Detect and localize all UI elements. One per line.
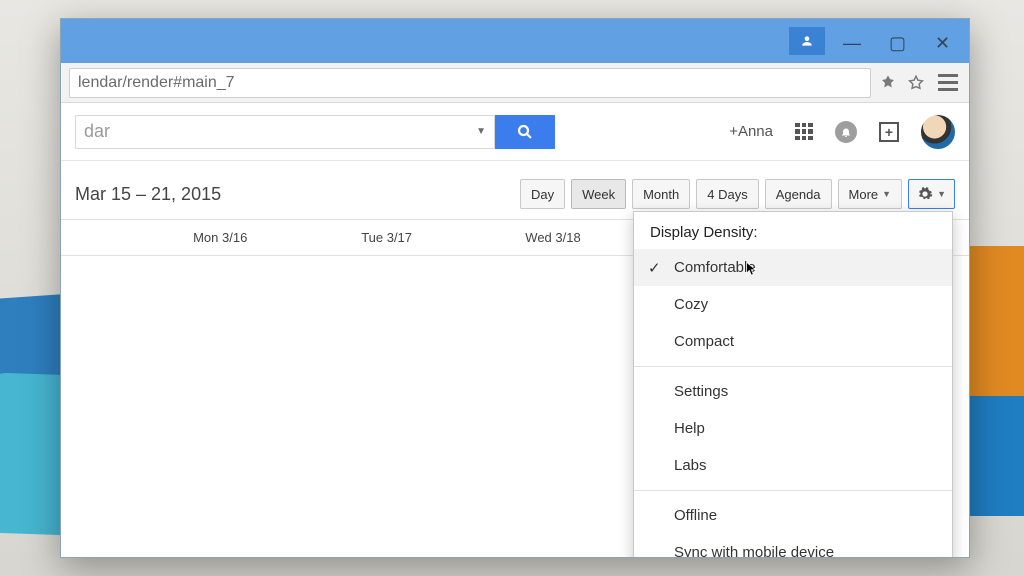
bookmark-star-icon[interactable] bbox=[907, 74, 925, 92]
settings-dropdown-menu: Display Density: Comfortable Cozy Compac… bbox=[633, 211, 953, 558]
browser-omnibar: lendar/render#main_7 bbox=[61, 63, 969, 103]
view-month-button[interactable]: Month bbox=[632, 179, 690, 209]
day-column-header[interactable]: Tue 3/17 bbox=[303, 220, 469, 255]
notifications-icon[interactable] bbox=[835, 121, 857, 143]
window-minimize-button[interactable]: — bbox=[829, 27, 871, 55]
view-day-button[interactable]: Day bbox=[520, 179, 565, 209]
share-button[interactable]: + bbox=[879, 122, 899, 142]
google-apps-icon[interactable] bbox=[795, 123, 813, 141]
day-column-header[interactable]: Wed 3/18 bbox=[470, 220, 636, 255]
chrome-profile-button[interactable] bbox=[789, 27, 825, 55]
chrome-menu-button[interactable] bbox=[935, 70, 961, 96]
settings-gear-button[interactable]: ▼ bbox=[908, 179, 955, 209]
search-text: dar bbox=[84, 121, 110, 142]
density-option-cozy[interactable]: Cozy bbox=[634, 286, 952, 323]
search-dropdown-icon[interactable]: ▼ bbox=[476, 126, 486, 137]
browser-window: — ▢ ✕ lendar/render#main_7 dar ▼ bbox=[60, 18, 970, 558]
address-bar[interactable]: lendar/render#main_7 bbox=[69, 68, 871, 98]
view-switcher: Day Week Month 4 Days Agenda More ▼ ▼ bbox=[520, 179, 955, 209]
window-maximize-button[interactable]: ▢ bbox=[875, 27, 917, 55]
google-plus-link[interactable]: +Anna bbox=[729, 123, 773, 140]
menu-item-help[interactable]: Help bbox=[634, 410, 952, 447]
view-agenda-button[interactable]: Agenda bbox=[765, 179, 832, 209]
menu-item-settings[interactable]: Settings bbox=[634, 373, 952, 410]
caret-down-icon: ▼ bbox=[882, 189, 891, 199]
window-close-button[interactable]: ✕ bbox=[921, 27, 963, 55]
menu-item-offline[interactable]: Offline bbox=[634, 497, 952, 534]
more-label: More bbox=[849, 187, 879, 202]
menu-item-sync[interactable]: Sync with mobile device bbox=[634, 534, 952, 558]
extension-icon[interactable] bbox=[879, 74, 897, 92]
calendar-search-input[interactable]: dar ▼ bbox=[75, 115, 495, 149]
search-button[interactable] bbox=[495, 115, 555, 149]
date-range-label: Mar 15 – 21, 2015 bbox=[75, 184, 221, 205]
density-option-compact[interactable]: Compact bbox=[634, 323, 952, 360]
window-titlebar: — ▢ ✕ bbox=[61, 19, 969, 63]
view-week-button[interactable]: Week bbox=[571, 179, 626, 209]
density-option-comfortable[interactable]: Comfortable bbox=[634, 249, 952, 286]
density-header: Display Density: bbox=[634, 212, 952, 249]
menu-item-labs[interactable]: Labs bbox=[634, 447, 952, 484]
day-column-header[interactable]: Mon 3/16 bbox=[137, 220, 303, 255]
view-more-button[interactable]: More ▼ bbox=[838, 179, 903, 209]
caret-down-icon: ▼ bbox=[937, 189, 946, 199]
account-avatar[interactable] bbox=[921, 115, 955, 149]
google-bar: dar ▼ +Anna + bbox=[61, 103, 969, 161]
url-text: lendar/render#main_7 bbox=[78, 74, 235, 92]
view-4days-button[interactable]: 4 Days bbox=[696, 179, 758, 209]
